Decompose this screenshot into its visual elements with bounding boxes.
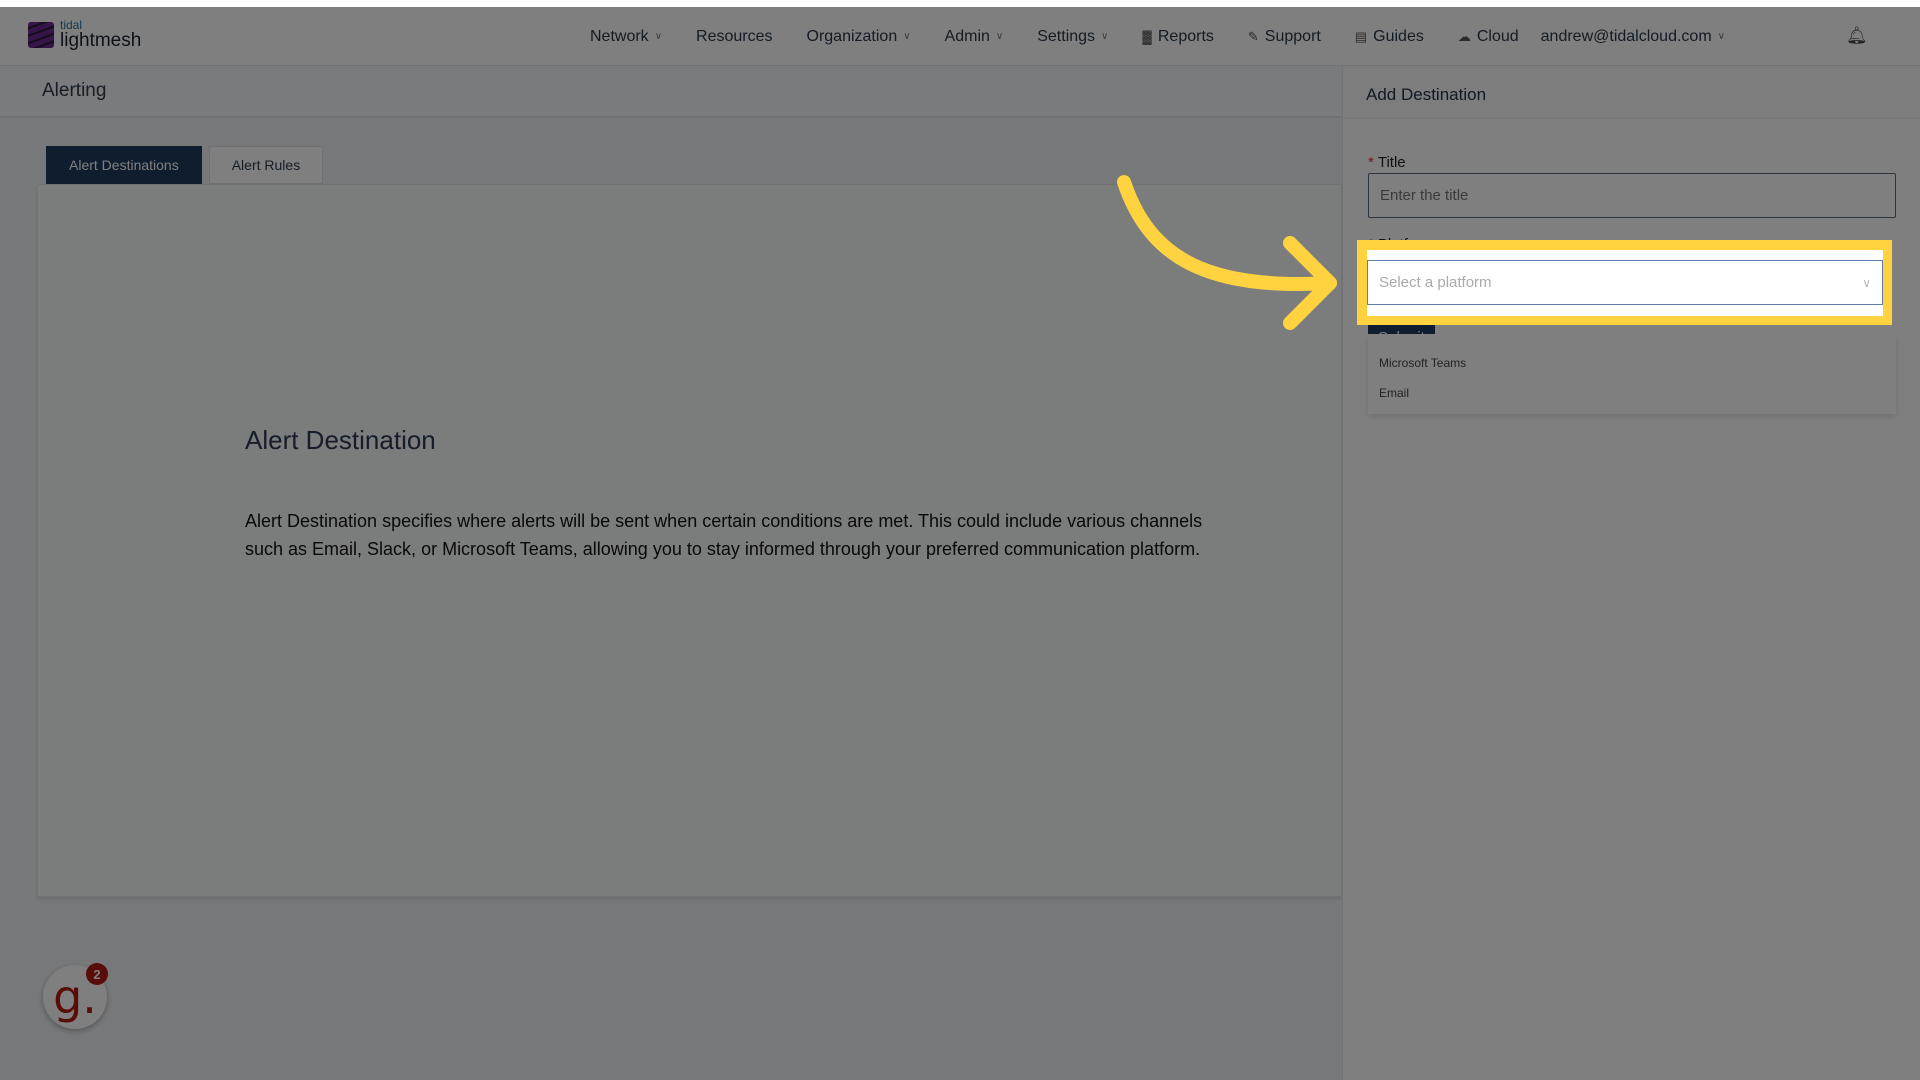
- top-strip: [0, 0, 1920, 7]
- pointer-arrow-icon: [1117, 175, 1337, 330]
